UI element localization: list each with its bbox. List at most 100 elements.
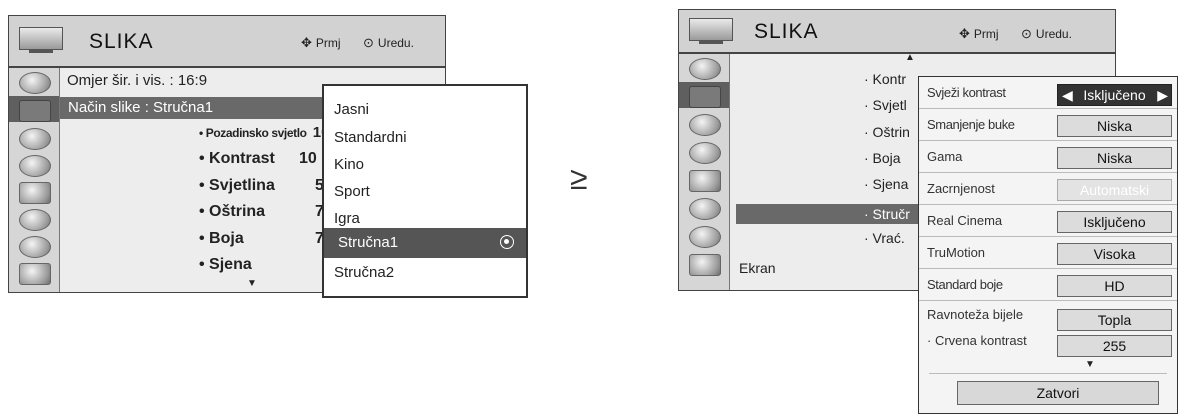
popup-item[interactable]: Jasni (334, 101, 369, 118)
menu-item-tint[interactable]: · Sjena (864, 176, 908, 192)
audio-icon[interactable] (689, 114, 721, 136)
transition-arrow-icon: ≥ (570, 160, 588, 196)
option-icon[interactable] (689, 170, 721, 192)
scroll-down-icon[interactable]: ▼ (247, 278, 257, 289)
fresh-contrast-text: Isključeno (1083, 87, 1146, 103)
menu-item-screen[interactable]: Ekran (739, 260, 776, 276)
lock-icon[interactable] (19, 209, 51, 231)
brightness-row[interactable]: • Svjetlina 5 (199, 177, 324, 195)
menu-item-reset[interactable]: · Vrać. (864, 230, 905, 246)
menu-item-sharpness[interactable]: · Oštrin (864, 124, 910, 140)
color-row[interactable]: • Boja 7 (199, 230, 324, 248)
audio-icon[interactable] (19, 128, 51, 150)
white-balance-value[interactable]: Topla (1057, 309, 1172, 331)
popup-item[interactable]: Sport (334, 183, 370, 200)
expert-settings-panel: Svježi kontrast ◀ Isključeno ▶ Smanjenje… (918, 76, 1178, 414)
contrast-label: • Kontrast (199, 150, 275, 167)
gamma-label: Gama (927, 149, 963, 164)
row-divider (919, 172, 1177, 173)
backlight-row[interactable]: • Pozadinsko svjetlo 10 (199, 124, 329, 141)
left-menu-header: SLIKA ✥ Prmj ⊙ Uredu. (9, 16, 445, 68)
clock-icon[interactable] (689, 142, 721, 164)
color-label: • Boja (199, 230, 244, 247)
black-level-label: Zacrnjenost (927, 181, 995, 196)
menu-item-brightness[interactable]: · Svjetl (864, 97, 907, 113)
black-level-value: Automatski (1057, 179, 1172, 201)
brightness-label: • Svjetlina (199, 177, 275, 194)
popup-item-selected[interactable]: Stručna1 (324, 228, 526, 258)
menu-title: SLIKA (754, 20, 819, 43)
category-sidebar (679, 54, 730, 290)
row-divider (929, 373, 1167, 374)
input-icon[interactable] (689, 226, 721, 248)
trumotion-value[interactable]: Visoka (1057, 243, 1172, 265)
move-hint: ✥ Prmj (301, 35, 341, 51)
navigate-arrows-icon: ✥ (959, 26, 970, 41)
row-divider (919, 108, 1177, 109)
popup-item[interactable]: Stručna2 (334, 264, 394, 281)
fresh-contrast-label: Svježi kontrast (927, 85, 1006, 100)
color-standard-label: Standard boje (927, 277, 1003, 292)
contrast-row[interactable]: • Kontrast 10 (199, 150, 317, 168)
lock-icon[interactable] (689, 198, 721, 220)
fresh-contrast-value[interactable]: ◀ Isključeno ▶ (1057, 84, 1172, 106)
satellite-icon[interactable] (689, 58, 721, 80)
menu-item-color[interactable]: · Boja (864, 150, 901, 166)
contrast-value: 10 (299, 150, 317, 167)
sharpness-label: • Oštrina (199, 203, 266, 220)
picture-mode-popup: Jasni Standardni Kino Sport Igra Stručna… (322, 84, 528, 298)
white-balance-label: Ravnoteža bijele (927, 307, 1024, 322)
popup-item[interactable]: Standardni (334, 129, 407, 146)
ok-hint: ⊙ Uredu. (363, 35, 414, 51)
scroll-up-icon[interactable]: ▲ (905, 52, 915, 63)
real-cinema-value[interactable]: Isključeno (1057, 211, 1172, 233)
tint-label: • Sjena (199, 256, 252, 273)
navigate-arrows-icon: ✥ (301, 35, 312, 50)
ok-circle-icon: ⊙ (1021, 26, 1032, 41)
sharpness-row[interactable]: • Oštrina 7 (199, 203, 324, 221)
picture-icon[interactable] (19, 100, 51, 122)
menu-title: SLIKA (89, 30, 154, 53)
tv-icon (689, 18, 733, 44)
row-divider (919, 140, 1177, 141)
close-button[interactable]: Zatvori (957, 381, 1159, 405)
row-divider (919, 236, 1177, 237)
gamma-value[interactable]: Niska (1057, 147, 1172, 169)
move-hint: ✥ Prmj (959, 26, 999, 42)
tint-row[interactable]: • Sjena (199, 256, 252, 274)
arrow-left-icon[interactable]: ◀ (1062, 85, 1073, 105)
scroll-down-icon[interactable]: ▼ (1085, 359, 1095, 370)
move-hint-label: Prmj (315, 36, 341, 50)
popup-item[interactable]: Kino (334, 156, 364, 173)
real-cinema-label: Real Cinema (927, 213, 1003, 228)
row-divider (919, 300, 1177, 301)
tv-icon (19, 27, 63, 53)
satellite-icon[interactable] (19, 72, 51, 94)
red-contrast-text: Crvena kontrast (934, 333, 1027, 348)
picture-mode-row[interactable]: Način slike : Stručna1 (60, 97, 330, 119)
ok-hint-label: Uredu. (377, 36, 414, 50)
option-icon[interactable] (19, 182, 51, 204)
row-divider (919, 204, 1177, 205)
picture-mode-label: Način slike : Stručna1 (68, 99, 214, 116)
radio-selected-icon (500, 235, 514, 249)
ok-hint: ⊙ Uredu. (1021, 26, 1072, 42)
usb-photo-icon[interactable] (19, 263, 51, 285)
red-contrast-value[interactable]: 255 (1057, 335, 1172, 357)
input-icon[interactable] (19, 236, 51, 258)
clock-icon[interactable] (19, 155, 51, 177)
category-sidebar (9, 68, 60, 292)
right-menu-header: SLIKA ✥ Prmj ⊙ Uredu. (679, 10, 1115, 54)
ok-hint-label: Uredu. (1035, 27, 1072, 41)
popup-item[interactable]: Igra (334, 210, 360, 227)
ok-circle-icon: ⊙ (363, 35, 374, 50)
noise-reduction-value[interactable]: Niska (1057, 115, 1172, 137)
popup-selected-label: Stručna1 (338, 234, 399, 251)
arrow-right-icon[interactable]: ▶ (1157, 85, 1168, 105)
menu-item-expert[interactable]: · Stručr (736, 204, 924, 224)
aspect-ratio-row[interactable]: Omjer šir. i vis. : 16:9 (67, 72, 207, 89)
usb-photo-icon[interactable] (689, 254, 721, 276)
picture-icon[interactable] (689, 86, 721, 108)
menu-item-contrast[interactable]: · Kontr (864, 71, 906, 87)
color-standard-value[interactable]: HD (1057, 275, 1172, 297)
